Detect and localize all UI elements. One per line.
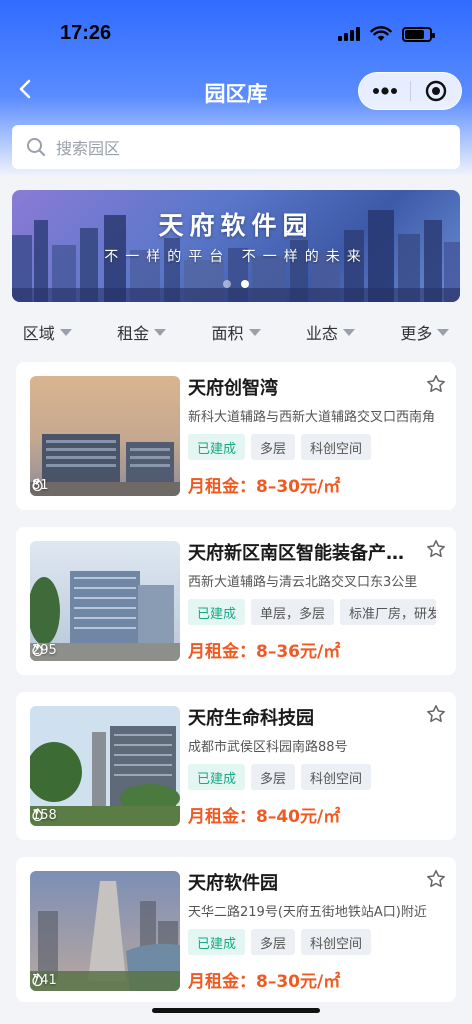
popularity: 158 <box>32 808 57 823</box>
battery-level <box>405 29 425 39</box>
park-tags: 已建成 多层 科创空间 <box>188 929 444 955</box>
dropdown-triangle-icon <box>248 328 261 336</box>
park-tags: 已建成 单层，多层 标准厂房，研发 <box>188 599 444 625</box>
banner-carousel[interactable]: 天府软件园 不一样的平台 不一样的未来 <box>12 190 460 302</box>
dropdown-triangle-icon <box>59 328 72 336</box>
park-photo: 158 <box>30 706 180 826</box>
rent-price: 月租金：8–30元/㎡ <box>188 477 341 497</box>
battery-icon <box>402 26 435 42</box>
rent-price: 月租金：8–30元/㎡ <box>188 972 341 992</box>
more-dots-icon <box>372 87 397 95</box>
favorite-star-icon[interactable] <box>426 869 446 889</box>
favorite-star-icon[interactable] <box>426 704 446 724</box>
banner-subtitle: 不一样的平台 不一样的未来 <box>104 249 368 265</box>
park-photo: 295 <box>30 541 180 661</box>
cellular-signal-icon <box>338 27 360 41</box>
dropdown-triangle-icon <box>437 328 450 336</box>
filter-bar: 区域 租金 面积 业态 更多 <box>0 318 472 346</box>
park-card[interactable]: 741 天府软件园 天华二路219号(天府五街地铁站A口)附近 已建成 多层 科… <box>16 857 456 1002</box>
park-card[interactable]: 81 天府创智湾 新科大道辅路与西新大道辅路交叉口西南角 已建成 多层 科创空间… <box>16 362 456 510</box>
park-card[interactable]: 295 天府新区南区智能装备产业园 西新大道辅路与清云北路交叉口东3公里 已建成… <box>16 527 456 675</box>
filter-label: 业态 <box>305 324 338 343</box>
status-badge: 已建成 <box>188 929 246 955</box>
mini-program-capsule <box>358 72 462 110</box>
favorite-star-icon[interactable] <box>426 539 446 559</box>
park-name: 天府新区南区智能装备产业园 <box>188 543 408 564</box>
status-bar: 17:26 <box>0 0 472 70</box>
tag: 多层 <box>251 434 296 460</box>
status-icons <box>338 26 435 42</box>
filter-label: 租金 <box>117 324 150 343</box>
status-badge: 已建成 <box>188 434 246 460</box>
tag: 多层 <box>251 764 296 790</box>
status-badge: 已建成 <box>188 764 246 790</box>
rent-price: 月租金：8–36元/㎡ <box>188 642 341 662</box>
dropdown-triangle-icon <box>342 328 355 336</box>
search-input[interactable]: 搜索园区 <box>12 125 460 169</box>
navigation-bar: 园区库 <box>0 70 472 114</box>
flame-icon <box>32 478 43 491</box>
park-name: 天府软件园 <box>188 873 278 894</box>
carousel-dot-active[interactable] <box>241 280 249 288</box>
wifi-icon <box>370 26 392 41</box>
search-placeholder: 搜索园区 <box>56 139 121 158</box>
filter-more[interactable]: 更多 <box>378 318 472 346</box>
filter-area[interactable]: 面积 <box>189 318 283 346</box>
park-tags: 已建成 多层 科创空间 <box>188 764 444 790</box>
carousel-dot[interactable] <box>223 280 231 288</box>
status-badge: 已建成 <box>188 599 246 625</box>
park-photo: 81 <box>30 376 180 496</box>
popularity: 81 <box>32 478 49 493</box>
park-address: 西新大道辅路与清云北路交叉口东3公里 <box>188 575 418 590</box>
search-icon <box>27 138 46 157</box>
filter-business-type[interactable]: 业态 <box>283 318 377 346</box>
carousel-indicator <box>12 280 460 288</box>
filter-label: 更多 <box>400 324 433 343</box>
popularity: 741 <box>32 973 57 988</box>
flame-icon <box>32 643 43 656</box>
park-address: 天华二路219号(天府五街地铁站A口)附近 <box>188 905 427 920</box>
filter-label: 面积 <box>211 324 244 343</box>
filter-label: 区域 <box>22 324 55 343</box>
tag: 单层，多层 <box>251 599 335 625</box>
park-card[interactable]: 158 天府生命科技园 成都市武侯区科园南路88号 已建成 多层 科创空间 月租… <box>16 692 456 840</box>
flame-icon <box>32 973 43 986</box>
dropdown-triangle-icon <box>154 328 167 336</box>
flame-icon <box>32 808 43 821</box>
park-address: 成都市武侯区科园南路88号 <box>188 740 348 755</box>
banner-title: 天府软件园 <box>158 211 314 240</box>
close-mini-program-button[interactable] <box>411 73 461 109</box>
park-tags: 已建成 多层 科创空间 <box>188 434 444 460</box>
tag: 科创空间 <box>301 764 372 790</box>
tag: 多层 <box>251 929 296 955</box>
tag: 标准厂房，研发 <box>340 599 437 625</box>
filter-rent[interactable]: 租金 <box>94 318 188 346</box>
favorite-star-icon[interactable] <box>426 374 446 394</box>
rent-price: 月租金：8–40元/㎡ <box>188 807 341 827</box>
tag: 科创空间 <box>301 434 372 460</box>
popularity: 295 <box>32 643 57 658</box>
more-menu-button[interactable] <box>359 73 410 109</box>
target-close-icon <box>425 80 447 102</box>
park-photo: 741 <box>30 871 180 991</box>
park-address: 新科大道辅路与西新大道辅路交叉口西南角 <box>188 410 436 425</box>
park-name: 天府创智湾 <box>188 378 278 399</box>
filter-region[interactable]: 区域 <box>0 318 94 346</box>
home-indicator[interactable] <box>152 1008 320 1013</box>
park-name: 天府生命科技园 <box>188 708 314 729</box>
status-time: 17:26 <box>60 22 112 44</box>
tag: 科创空间 <box>301 929 372 955</box>
